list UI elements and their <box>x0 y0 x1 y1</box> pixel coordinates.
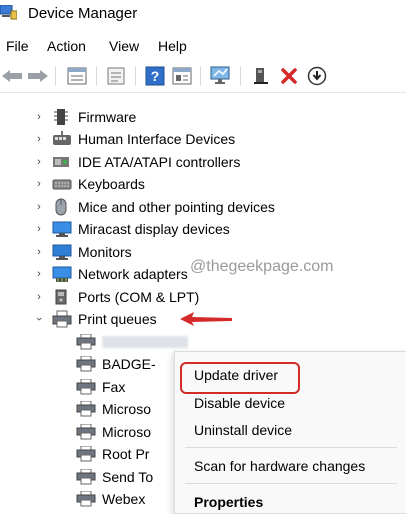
menu-action[interactable]: Action <box>47 38 86 54</box>
tree-label: BADGE- <box>102 356 156 372</box>
chevron-right-icon[interactable]: › <box>34 246 44 258</box>
tree-item-ide[interactable]: › IDE ATA/ATAPI controllers <box>0 151 406 173</box>
tree-label: Ports (COM & LPT) <box>78 289 200 305</box>
tree-label: Microso <box>102 424 152 440</box>
toolbar-separator <box>135 66 136 86</box>
toolbar-separator <box>240 66 241 86</box>
network-adapter-icon <box>52 265 72 283</box>
update-driver-menu-item[interactable]: Update driver <box>194 367 278 383</box>
hid-icon <box>52 130 71 148</box>
ide-controller-icon <box>52 153 70 171</box>
chevron-right-icon[interactable]: › <box>34 111 44 123</box>
watermark: @thegeekpage.com <box>190 258 334 275</box>
tree-label: Webex <box>102 491 146 507</box>
tree-item-miracast[interactable]: › Miracast display devices <box>0 218 406 240</box>
tree-label: Microso <box>102 401 152 417</box>
toolbar: ? <box>0 60 406 93</box>
device-manager-icon <box>0 4 18 20</box>
forward-arrow-icon[interactable] <box>26 65 50 87</box>
monitor-icon <box>52 243 72 261</box>
menu-bar: File Action View Help <box>0 34 406 58</box>
chevron-right-icon[interactable]: › <box>34 133 44 145</box>
keyboard-icon <box>52 175 72 193</box>
chevron-right-icon[interactable]: › <box>34 201 44 213</box>
tree-label: Send To <box>102 469 154 485</box>
properties-grid-icon[interactable] <box>65 65 89 87</box>
red-arrow-annotation <box>178 310 234 333</box>
chevron-right-icon[interactable]: › <box>34 178 44 190</box>
window-title: Device Manager <box>28 5 138 22</box>
printer-icon <box>76 400 96 417</box>
tree-label: Monitors <box>78 244 132 260</box>
update-download-icon[interactable] <box>305 65 329 87</box>
monitor-scan-icon[interactable] <box>208 65 232 87</box>
menu-file[interactable]: File <box>6 38 29 54</box>
tree-label: Network adapters <box>78 266 188 282</box>
add-legacy-hardware-icon[interactable] <box>249 65 273 87</box>
show-hidden-icon[interactable] <box>104 65 128 87</box>
printer-icon <box>76 355 96 372</box>
tree-label: Fax <box>102 379 126 395</box>
back-arrow-icon[interactable] <box>0 65 24 87</box>
mouse-icon <box>52 198 70 216</box>
tree-label: Keyboards <box>78 176 145 192</box>
printer-icon <box>76 378 96 395</box>
properties-menu-item[interactable]: Properties <box>194 494 263 510</box>
printer-icon <box>76 468 96 485</box>
menu-separator <box>185 447 397 448</box>
chevron-right-icon[interactable]: › <box>34 223 44 235</box>
tree-item-mice[interactable]: › Mice and other pointing devices <box>0 196 406 218</box>
menu-help[interactable]: Help <box>158 38 187 54</box>
scan-hardware-menu-item[interactable]: Scan for hardware changes <box>194 458 365 474</box>
help-icon[interactable]: ? <box>143 65 167 87</box>
tree-item-keyboards[interactable]: › Keyboards <box>0 173 406 195</box>
tree-item-firmware[interactable]: › Firmware <box>0 106 406 128</box>
tree-label: Print queues <box>78 311 157 327</box>
uninstall-device-menu-item[interactable]: Uninstall device <box>194 422 292 438</box>
printer-icon <box>76 423 96 440</box>
display-icon <box>52 220 72 238</box>
chevron-right-icon[interactable]: › <box>34 291 44 303</box>
menu-separator <box>185 483 397 484</box>
chevron-down-icon[interactable]: › <box>33 314 45 324</box>
chevron-right-icon[interactable]: › <box>34 268 44 280</box>
tree-label: Mice and other pointing devices <box>78 199 275 215</box>
printer-icon <box>76 445 96 462</box>
toolbar-separator <box>200 66 201 86</box>
tree-label: Miracast display devices <box>78 221 230 237</box>
svg-text:?: ? <box>151 68 160 84</box>
title-bar: Device Manager <box>0 0 406 28</box>
tree-item-ports[interactable]: › Ports (COM & LPT) <box>0 286 406 308</box>
action-list-icon[interactable] <box>170 65 194 87</box>
printer-icon <box>76 333 96 350</box>
redacted-device-name <box>102 336 188 348</box>
print-queue-item[interactable] <box>0 331 406 353</box>
menu-view[interactable]: View <box>109 38 139 54</box>
uninstall-x-icon[interactable] <box>277 65 301 87</box>
tree-label: Human Interface Devices <box>78 131 236 147</box>
port-icon <box>52 288 70 306</box>
tree-label: IDE ATA/ATAPI controllers <box>78 154 241 170</box>
tree-item-hid[interactable]: › Human Interface Devices <box>0 128 406 150</box>
context-menu: Update driver Disable device Uninstall d… <box>174 351 406 514</box>
chevron-right-icon[interactable]: › <box>34 156 44 168</box>
tree-label: Root Pr <box>102 446 150 462</box>
printer-icon <box>76 490 96 507</box>
disable-device-menu-item[interactable]: Disable device <box>194 395 285 411</box>
toolbar-separator <box>55 66 56 86</box>
firmware-chip-icon <box>52 108 70 126</box>
printer-icon <box>52 310 72 328</box>
toolbar-separator <box>96 66 97 86</box>
tree-label: Firmware <box>78 109 137 125</box>
